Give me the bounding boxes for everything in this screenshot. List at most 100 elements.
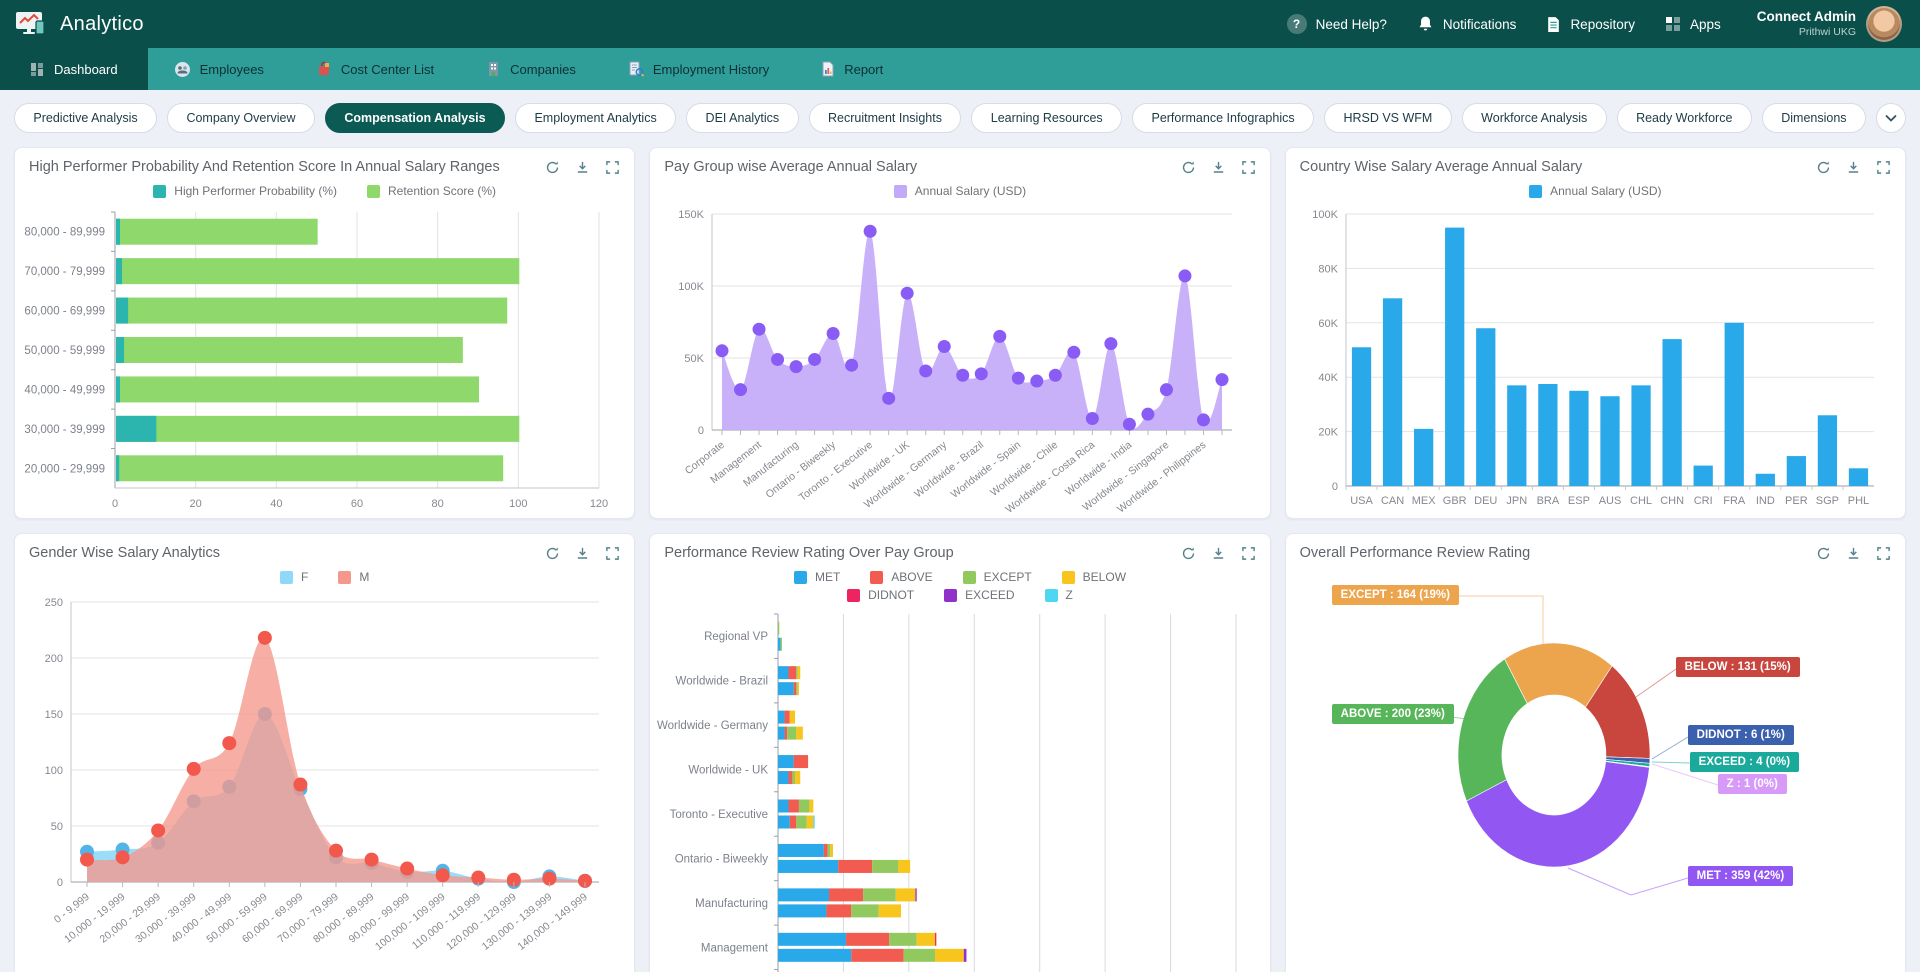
refresh-button[interactable] xyxy=(1816,546,1831,561)
legend-item-annual-salary-usd-[interactable]: Annual Salary (USD) xyxy=(894,184,1026,198)
tab-employment-history[interactable]: Employment History xyxy=(602,48,795,90)
legend-item-below[interactable]: BELOW xyxy=(1062,570,1126,584)
country-salary-svg: 020K40K60K80K100KUSACANMEXGBRDEUJPNBRAES… xyxy=(1296,202,1888,518)
brand[interactable]: Analytico xyxy=(14,9,144,39)
apps-button[interactable]: Apps xyxy=(1665,16,1721,32)
download-button[interactable] xyxy=(1846,160,1861,175)
legend-item-z[interactable]: Z xyxy=(1045,588,1073,602)
card-actions xyxy=(1816,160,1891,175)
filter-hrsd-vs-wfm[interactable]: HRSD VS WFM xyxy=(1324,103,1452,133)
avatar[interactable] xyxy=(1866,6,1902,42)
download-button[interactable] xyxy=(575,546,590,561)
filters-expand-button[interactable] xyxy=(1876,103,1906,133)
refresh-button[interactable] xyxy=(1816,160,1831,175)
card-actions xyxy=(545,546,620,561)
filter-company-overview[interactable]: Company Overview xyxy=(167,103,315,133)
gender-salary-chart: FM0501001502002500 - 9,99910,000 - 19,99… xyxy=(15,563,634,972)
legend-item-above[interactable]: ABOVE xyxy=(870,570,932,584)
fullscreen-button[interactable] xyxy=(605,160,620,175)
legend-item-high-performer-probability-[interactable]: High Performer Probability (%) xyxy=(153,184,337,198)
refresh-button[interactable] xyxy=(1181,546,1196,561)
repository-button[interactable]: Repository xyxy=(1546,16,1635,33)
fullscreen-button[interactable] xyxy=(1876,546,1891,561)
svg-text:100: 100 xyxy=(45,765,63,777)
filter-dimensions[interactable]: Dimensions xyxy=(1762,103,1866,133)
svg-text:30,000 - 39,999: 30,000 - 39,999 xyxy=(133,891,198,946)
filter-ready-workforce[interactable]: Ready Workforce xyxy=(1617,103,1752,133)
chart-legend: FM xyxy=(25,563,624,588)
fullscreen-button[interactable] xyxy=(1876,160,1891,175)
filter-recruitment-insights[interactable]: Recruitment Insights xyxy=(809,103,962,133)
legend-item-met[interactable]: MET xyxy=(794,570,840,584)
card-actions xyxy=(1181,546,1256,561)
download-button[interactable] xyxy=(1211,160,1226,175)
tab-employment-history-label: Employment History xyxy=(653,62,769,77)
svg-text:40K: 40K xyxy=(1318,372,1338,384)
download-button[interactable] xyxy=(575,160,590,175)
filter-compensation-analysis[interactable]: Compensation Analysis xyxy=(325,103,505,133)
legend-item-retention-score-[interactable]: Retention Score (%) xyxy=(367,184,496,198)
donut-label-met[interactable]: MET : 359 (42%) xyxy=(1688,866,1794,886)
svg-text:40,000 - 49,999: 40,000 - 49,999 xyxy=(24,384,105,396)
tab-cost-center-list[interactable]: Cost Center List xyxy=(290,48,460,90)
legend-item-annual-salary-usd-[interactable]: Annual Salary (USD) xyxy=(1529,184,1661,198)
donut-label-above[interactable]: ABOVE : 200 (23%) xyxy=(1332,704,1454,724)
tab-report-label: Report xyxy=(844,62,883,77)
filter-learning-resources[interactable]: Learning Resources xyxy=(971,103,1122,133)
fullscreen-icon xyxy=(605,546,620,561)
refresh-icon xyxy=(1181,546,1196,561)
svg-text:Worldwide - Germany: Worldwide - Germany xyxy=(657,720,768,732)
svg-text:20,000 - 29,999: 20,000 - 29,999 xyxy=(24,463,105,475)
refresh-button[interactable] xyxy=(1181,160,1196,175)
filter-predictive-analysis[interactable]: Predictive Analysis xyxy=(14,103,157,133)
tab-report[interactable]: Report xyxy=(795,48,909,90)
svg-text:MEX: MEX xyxy=(1411,495,1436,507)
card-country-salary: Country Wise Salary Average Annual Salar… xyxy=(1285,147,1906,519)
user-menu[interactable]: Connect Admin Prithwi UKG xyxy=(1757,6,1902,42)
tab-companies-label: Companies xyxy=(510,62,576,77)
svg-text:USA: USA xyxy=(1350,495,1373,507)
legend-item-didnot[interactable]: DIDNOT xyxy=(847,588,914,602)
fullscreen-button[interactable] xyxy=(1241,546,1256,561)
svg-text:0: 0 xyxy=(698,425,704,437)
svg-text:Toronto - Executive: Toronto - Executive xyxy=(670,809,768,821)
filter-employment-analytics[interactable]: Employment Analytics xyxy=(515,103,676,133)
notifications-button[interactable]: Notifications xyxy=(1417,15,1517,33)
svg-text:CHN: CHN xyxy=(1660,495,1684,507)
download-icon xyxy=(1211,546,1226,561)
legend-item-except[interactable]: EXCEPT xyxy=(963,570,1032,584)
chart-legend: High Performer Probability (%) Retention … xyxy=(25,177,624,202)
download-button[interactable] xyxy=(1211,546,1226,561)
legend-item-m[interactable]: M xyxy=(338,570,369,584)
donut-label-except[interactable]: EXCEPT : 164 (19%) xyxy=(1332,585,1459,605)
download-button[interactable] xyxy=(1846,546,1861,561)
svg-text:20: 20 xyxy=(190,498,202,510)
refresh-icon xyxy=(1816,546,1831,561)
donut-label-z[interactable]: Z : 1 (0%) xyxy=(1718,774,1787,794)
fullscreen-icon xyxy=(1876,546,1891,561)
donut-label-below[interactable]: BELOW : 131 (15%) xyxy=(1676,657,1800,677)
document-icon xyxy=(1546,16,1561,33)
legend-item-f[interactable]: F xyxy=(280,570,308,584)
tab-dashboard[interactable]: Dashboard xyxy=(0,48,148,90)
fullscreen-button[interactable] xyxy=(605,546,620,561)
card-performance-paygroup: Performance Review Rating Over Pay Group… xyxy=(649,533,1270,972)
legend-item-exceed[interactable]: EXCEED xyxy=(944,588,1014,602)
donut-label-exceed[interactable]: EXCEED : 4 (0%) xyxy=(1690,752,1799,772)
svg-text:80,000 - 89,999: 80,000 - 89,999 xyxy=(311,891,376,946)
report-icon xyxy=(821,61,835,77)
refresh-icon xyxy=(545,160,560,175)
refresh-button[interactable] xyxy=(545,546,560,561)
tab-companies[interactable]: Companies xyxy=(460,48,602,90)
need-help-button[interactable]: ? Need Help? xyxy=(1287,14,1387,34)
svg-text:Management: Management xyxy=(701,942,769,954)
tab-employees[interactable]: Employees xyxy=(148,48,290,90)
fullscreen-button[interactable] xyxy=(1241,160,1256,175)
filter-workforce-analysis[interactable]: Workforce Analysis xyxy=(1462,103,1607,133)
refresh-button[interactable] xyxy=(545,160,560,175)
donut-label-didnot[interactable]: DIDNOT : 6 (1%) xyxy=(1688,725,1794,745)
svg-text:ESP: ESP xyxy=(1568,495,1590,507)
filter-dei-analytics[interactable]: DEI Analytics xyxy=(686,103,798,133)
filter-performance-infographics[interactable]: Performance Infographics xyxy=(1132,103,1314,133)
svg-text:JPN: JPN xyxy=(1506,495,1527,507)
